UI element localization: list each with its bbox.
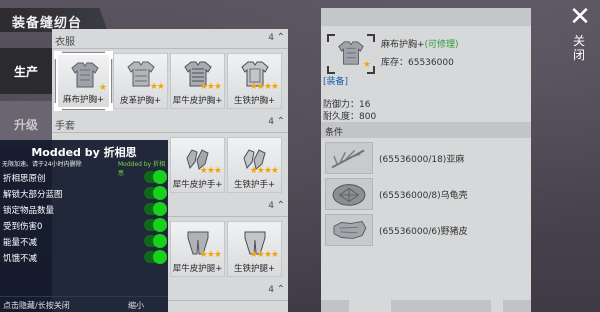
detail-stock: 库存：65536000 [381,58,454,68]
category-header-gloves[interactable]: 手套 4 ⌃ [52,113,288,133]
category-count: 4 [268,285,274,295]
item-name: 犀牛皮护胸+ [172,96,223,106]
turtle-shell-icon [332,184,366,206]
rarity-stars: ★ [98,83,107,93]
repairable-tag: (可修理) [424,40,459,50]
material-row: (65536000/6)野猪皮 [321,212,531,248]
item-name: 生铁护胸+ [233,96,276,106]
item-name: 犀牛皮护手+ [172,180,223,190]
rarity-stars: ★ [362,60,371,70]
toggle-switch[interactable] [144,202,167,216]
rarity-stars: ★★ [149,82,165,92]
item-detail-panel: ★ 麻布护胸+(可修理) 库存：65536000 [装备] 防御力：16 耐久度… [321,8,531,312]
mod-option[interactable]: 折相思原创 [3,170,167,185]
category-count: 4 [268,117,274,127]
material-icon-box [325,142,373,174]
rarity-stars: ★★★★ [249,82,279,92]
mod-menu[interactable]: Modded by 折相思 无限加速。请于24小时内删除 Modded by 折… [0,140,168,312]
material-icon-box [325,178,373,210]
detail-item-name: 麻布护胸+(可修理) [381,37,459,50]
item-tile-iron-legs[interactable]: ★★★★ 生铁护腿+ [227,221,282,277]
chest-armor-icon [338,41,364,65]
close-icon[interactable]: ✕ [567,4,593,30]
tab-produce[interactable]: 生产 [0,48,52,94]
mod-option[interactable]: 受到伤害0 [3,218,167,233]
item-tile-rhino-gloves[interactable]: ★★★ 犀牛皮护手+ [170,137,225,193]
item-tile-iron-chest[interactable]: ★★★★ 生铁护胸+ [227,53,282,109]
toggle-switch[interactable] [144,234,167,248]
mod-option[interactable]: 能量不减 [3,234,167,249]
conditions-header: 条件 [321,122,531,138]
toggle-switch[interactable] [144,218,167,232]
mod-option[interactable]: 解锁大部分蓝图 [3,186,167,201]
item-tile-iron-gloves[interactable]: ★★★★ 生铁护手+ [227,137,282,193]
mod-option-label: 折相思原创 [3,174,46,184]
detail-item-icon-frame: ★ [327,34,375,74]
material-row: (65536000/8)乌龟壳 [321,176,531,212]
mod-option-label: 饥饿不减 [3,254,38,264]
category-name: 手套 [55,121,75,132]
toggle-switch[interactable] [144,250,167,264]
action-button[interactable] [321,300,349,312]
detail-type: [装备] [323,77,349,87]
rarity-stars: ★★★★ [249,250,279,260]
minimize-button[interactable]: 缩小 [128,300,144,311]
detail-header-bar [321,8,531,26]
rarity-stars: ★★★ [199,250,222,260]
chevron-up-icon[interactable]: ⌃ [277,284,285,295]
item-tile-rhino-chest[interactable]: ★★★ 犀牛皮护胸+ [170,53,225,109]
chest-armor-icon [71,62,99,88]
mod-option-label: 解锁大部分蓝图 [3,190,63,200]
material-text: (65536000/6)野猪皮 [379,227,468,237]
mod-option[interactable]: 锁定物品数量 [3,202,167,217]
close-button-label[interactable]: 关闭 [570,34,588,62]
mod-menu-notice: 无限加速。请于24小时内删除 [2,161,82,168]
item-name: 生铁护腿+ [233,264,276,274]
detail-durability: 耐久度：800 [323,112,377,122]
item-tile-linen-chest[interactable]: ★ 麻布护胸+ [54,51,113,111]
chevron-up-icon[interactable]: ⌃ [277,200,285,211]
chevron-up-icon[interactable]: ⌃ [277,32,285,43]
mod-menu-footer: 点击隐藏/长按关闭 缩小 [0,296,168,312]
mod-option-label: 受到伤害0 [3,222,43,232]
item-tile-rhino-legs[interactable]: ★★★ 犀牛皮护腿+ [170,221,225,277]
detail-name-text: 麻布护胸+ [381,40,425,50]
selection-corner [54,51,62,59]
item-name: 皮革护胸+ [119,96,162,106]
rarity-stars: ★★★ [199,166,222,176]
action-button[interactable] [503,300,531,312]
mod-option-label: 能量不减 [3,238,38,248]
flax-icon [331,149,365,169]
hide-close-button[interactable]: 点击隐藏/长按关闭 [3,300,70,311]
boar-hide-icon [333,221,367,239]
material-text: (65536000/8)乌龟壳 [379,191,468,201]
chevron-up-icon[interactable]: ⌃ [277,116,285,127]
category-count: 4 [268,201,274,211]
mod-menu-title: Modded by 折相思 [31,146,137,159]
category-count: 4 [268,33,274,43]
material-text: (65536000/18)亚麻 [379,155,465,165]
material-icon-box [325,214,373,246]
mod-option[interactable]: 饥饿不减 [3,250,167,265]
selection-corner [105,51,113,59]
toggle-switch[interactable] [144,186,167,200]
item-name: 生铁护手+ [233,180,276,190]
category-header-clothes[interactable]: 衣服 4 ⌃ [52,29,288,49]
item-name: 麻布护胸+ [62,95,105,105]
category-name: 衣服 [55,37,75,48]
item-tile-leather-chest[interactable]: ★★ 皮革护胸+ [113,53,168,109]
action-button[interactable] [391,300,491,312]
toggle-switch[interactable] [144,170,167,184]
detail-action-bar [321,298,531,312]
mod-option-label: 锁定物品数量 [3,206,55,216]
material-row: (65536000/18)亚麻 [321,140,531,176]
item-name: 犀牛皮护腿+ [172,264,223,274]
rarity-stars: ★★★ [199,82,222,92]
rarity-stars: ★★★★ [249,166,279,176]
